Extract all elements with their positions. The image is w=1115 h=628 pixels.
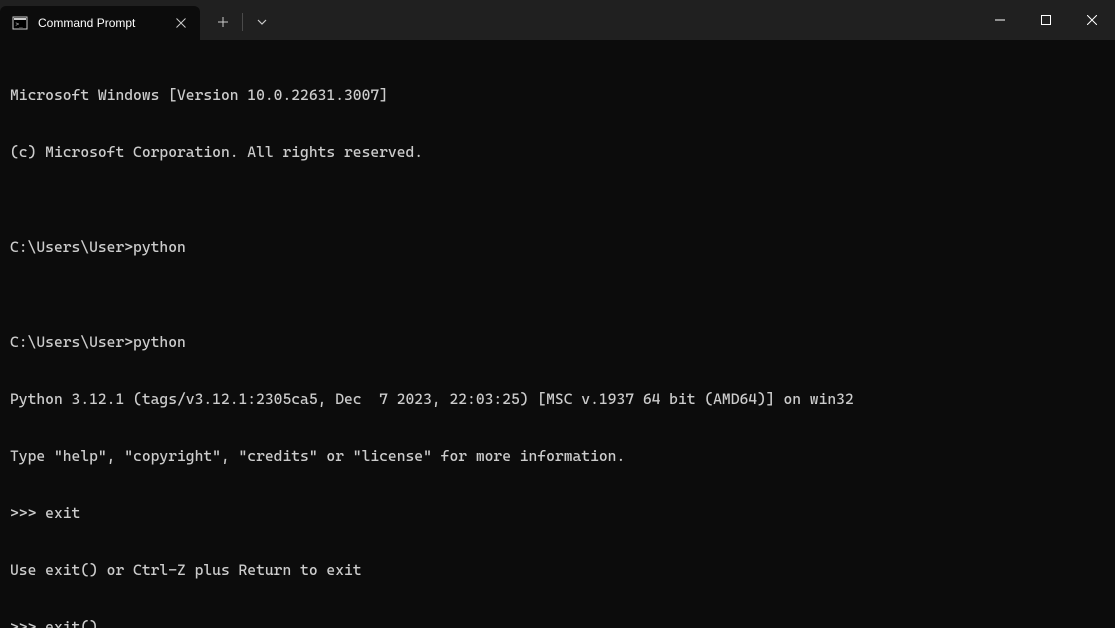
terminal-line: Use exit() or Ctrl-Z plus Return to exit: [10, 561, 1105, 580]
maximize-button[interactable]: [1023, 0, 1069, 40]
svg-text:>_: >_: [16, 21, 24, 28]
tab-dropdown-button[interactable]: [245, 6, 279, 38]
terminal-line: >>> exit: [10, 504, 1105, 523]
terminal-line: Python 3.12.1 (tags/v3.12.1:2305ca5, Dec…: [10, 390, 1105, 409]
terminal-icon: >_: [12, 15, 28, 31]
tab-actions: [200, 0, 279, 40]
close-button[interactable]: [1069, 0, 1115, 40]
terminal-line: Microsoft Windows [Version 10.0.22631.30…: [10, 86, 1105, 105]
minimize-button[interactable]: [977, 0, 1023, 40]
tab-title: Command Prompt: [38, 16, 162, 30]
tab-close-button[interactable]: [172, 14, 190, 32]
title-bar: >_ Command Prompt: [0, 0, 1115, 40]
active-tab[interactable]: >_ Command Prompt: [0, 6, 200, 40]
window-controls: [977, 0, 1115, 40]
terminal-line: C:\Users\User>python: [10, 333, 1105, 352]
terminal-line: Type "help", "copyright", "credits" or "…: [10, 447, 1105, 466]
terminal-line: C:\Users\User>python: [10, 238, 1105, 257]
terminal-line: (c) Microsoft Corporation. All rights re…: [10, 143, 1105, 162]
title-bar-drag-area[interactable]: [279, 0, 977, 40]
terminal-content[interactable]: Microsoft Windows [Version 10.0.22631.30…: [0, 40, 1115, 628]
tab-divider: [242, 13, 243, 31]
new-tab-button[interactable]: [206, 6, 240, 38]
terminal-line: >>> exit(): [10, 618, 1105, 628]
